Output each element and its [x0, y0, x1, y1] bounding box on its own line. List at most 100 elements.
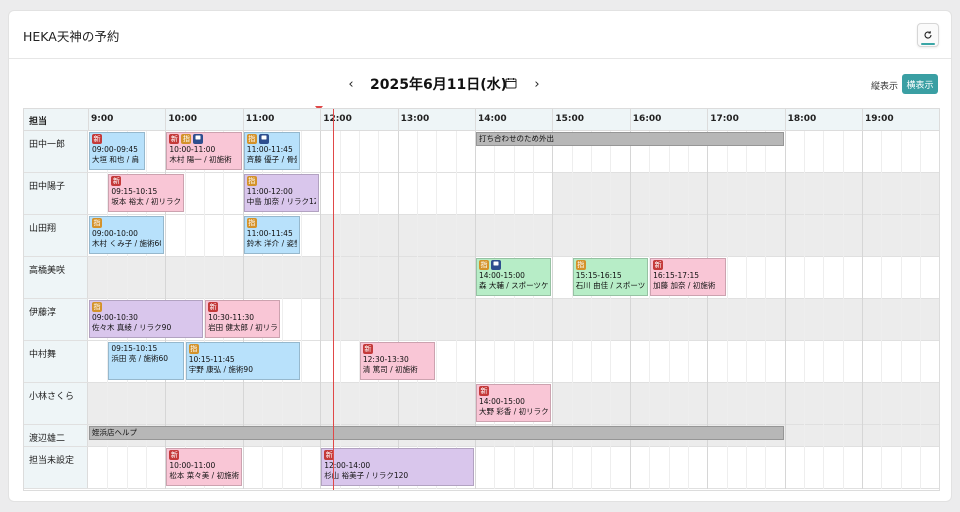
appointment[interactable]: 新指 10:00-11:00 木村 陽一 / 初施術 [166, 132, 242, 170]
grid-line [862, 341, 863, 383]
calendar-icon[interactable] [505, 77, 517, 89]
appointment-time: 10:00-11:00 [169, 145, 216, 154]
appointment[interactable]: 指 11:00-11:45 斉藤 優子 / 骨盤 [243, 132, 300, 170]
grid-line [862, 215, 863, 257]
booking-card: HEKA天神の予約 ‹ 2025年6月11日(水) › 縦表示 横表示 担当 9:… [8, 10, 952, 502]
appointment[interactable]: 09:15-10:15 浜田 亮 / 施術60 [108, 342, 184, 380]
grid-line [339, 341, 341, 383]
grid-line [494, 215, 496, 257]
appointment-badges: 指 [246, 176, 316, 187]
grid-line [533, 447, 535, 489]
grid-line [281, 383, 283, 425]
appointment[interactable]: 新 10:00-11:00 松本 菜々美 / 初施術 [166, 448, 242, 486]
grid-line [881, 131, 883, 173]
prev-day-button[interactable]: ‹ [343, 75, 359, 93]
grid-line [803, 131, 805, 173]
grid-line [920, 299, 922, 341]
appointment[interactable]: 指 09:00-10:00 木村 くみ子 / 施術60 [89, 216, 165, 254]
grid-line [726, 173, 728, 215]
grid-line [378, 299, 380, 341]
appointment[interactable]: 新 12:00-14:00 杉山 裕美子 / リラク120 [321, 448, 474, 486]
hour-label: 13:00 [400, 114, 430, 124]
schedule-grid: 担当 9:00 10:00 11:00 12:00 13:00 14:00 15:00 16:0… [23, 108, 940, 491]
current-time-line [333, 109, 334, 490]
grid-line [455, 131, 457, 173]
appointment[interactable]: 新 14:00-15:00 大野 彩香 / 初リラク [476, 384, 552, 422]
appointment[interactable]: 指 10:15-11:45 宇野 康弘 / 施術90 [185, 342, 300, 380]
designated-badge: 指 [92, 218, 102, 228]
block-event[interactable]: 姪浜店ヘルプ [89, 426, 784, 440]
staff-row: 高橋美咲 指 14:00-15:00 森 大輔 / スポーツケア指 15:15-16:1… [24, 257, 939, 299]
grid-line [823, 447, 825, 489]
grid-line [262, 383, 264, 425]
staff-name: 田中陽子 [24, 173, 88, 214]
grid-line [339, 383, 341, 425]
horizontal-view-button[interactable]: 横表示 [902, 74, 938, 94]
appointment[interactable]: 指 09:00-10:30 佐々木 真綾 / リラク90 [89, 300, 204, 338]
staff-name: 渡辺雄二 [24, 425, 88, 446]
appointment[interactable]: 新 16:15-17:15 加藤 加奈 / 初施術 [650, 258, 726, 296]
grid-line [920, 447, 922, 489]
grid-line [707, 383, 709, 425]
appointment[interactable]: 新10:30-11:30岩田 健太郎 / 初リラク [205, 300, 281, 338]
grid-line [416, 215, 418, 257]
chat-icon [491, 260, 501, 270]
grid-line [842, 173, 844, 215]
block-event[interactable]: 打ち合わせのため外出 [476, 132, 784, 146]
appointment-time: 10:00-11:00 [169, 461, 216, 470]
grid-line [842, 447, 844, 489]
appointment-time: 09:00-09:45 [92, 145, 138, 154]
grid-line [765, 215, 767, 257]
appointment[interactable]: 新 09:15-10:15 坂本 裕太 / 初リラク [108, 174, 184, 212]
grid-line [378, 173, 380, 215]
appointment-label: 斉藤 優子 / 骨盤 [246, 154, 297, 164]
appointment-label: 石川 由佳 / スポーツケア [575, 280, 646, 290]
grid-line [610, 383, 612, 425]
appointment-label: 森 大輔 / スポーツケア [479, 280, 549, 290]
designated-badge: 指 [479, 260, 489, 270]
grid-line [842, 383, 844, 425]
designated-badge: 指 [246, 134, 257, 144]
appointment[interactable]: 指15:15-16:15石川 由佳 / スポーツケア [572, 258, 649, 296]
current-date: 2025年6月11日(水) [370, 77, 507, 93]
grid-line [707, 447, 709, 489]
staff-name: 伊藤淳 [24, 299, 88, 340]
grid-line [823, 341, 825, 383]
grid-line [668, 447, 670, 489]
grid-line [765, 383, 767, 425]
appointment[interactable]: 新 09:00-09:45 大垣 和也 / 肩・ [89, 132, 146, 170]
grid-line [649, 341, 651, 383]
refresh-button[interactable] [917, 23, 939, 47]
grid-line [745, 383, 747, 425]
grid-line [745, 447, 747, 489]
appointment-time: 14:00-15:00 [479, 397, 525, 406]
grid-line [920, 383, 922, 425]
grid-line [416, 257, 418, 299]
grid-line [823, 173, 825, 215]
grid-line [571, 341, 573, 383]
next-day-button[interactable]: › [529, 75, 545, 93]
grid-line [784, 299, 786, 341]
staff-name: 高橋美咲 [24, 257, 88, 298]
appointment-time: 12:30-13:30 [362, 355, 409, 364]
grid-line [707, 215, 709, 257]
grid-line [803, 341, 805, 383]
page-title: HEKA天神の予約 [23, 29, 120, 44]
appointment[interactable]: 指 11:00-12:00 中島 加奈 / リラク120 [243, 174, 320, 212]
grid-line [455, 215, 457, 257]
vertical-view-toggle[interactable]: 縦表示 [871, 79, 898, 92]
appointment-label: 松本 菜々美 / 初施術 [169, 470, 239, 480]
designated-badge: 指 [246, 176, 257, 186]
appointment[interactable]: 指 14:00-15:00 森 大輔 / スポーツケア [476, 258, 552, 296]
grid-line [745, 299, 747, 341]
grid-line [397, 383, 399, 425]
grid-line [610, 215, 612, 257]
grid-line [823, 383, 825, 425]
appointment-label: 杉山 裕美子 / リラク120 [324, 470, 409, 480]
grid-line [629, 299, 631, 341]
appointment[interactable]: 指 11:00-11:45 鈴木 洋介 / 姿勢 [243, 216, 300, 254]
grid-line [881, 383, 883, 425]
appointment[interactable]: 新 12:30-13:30 清 篤司 / 初施術 [359, 342, 436, 380]
grid-line [300, 447, 302, 489]
grid-line [803, 299, 805, 341]
